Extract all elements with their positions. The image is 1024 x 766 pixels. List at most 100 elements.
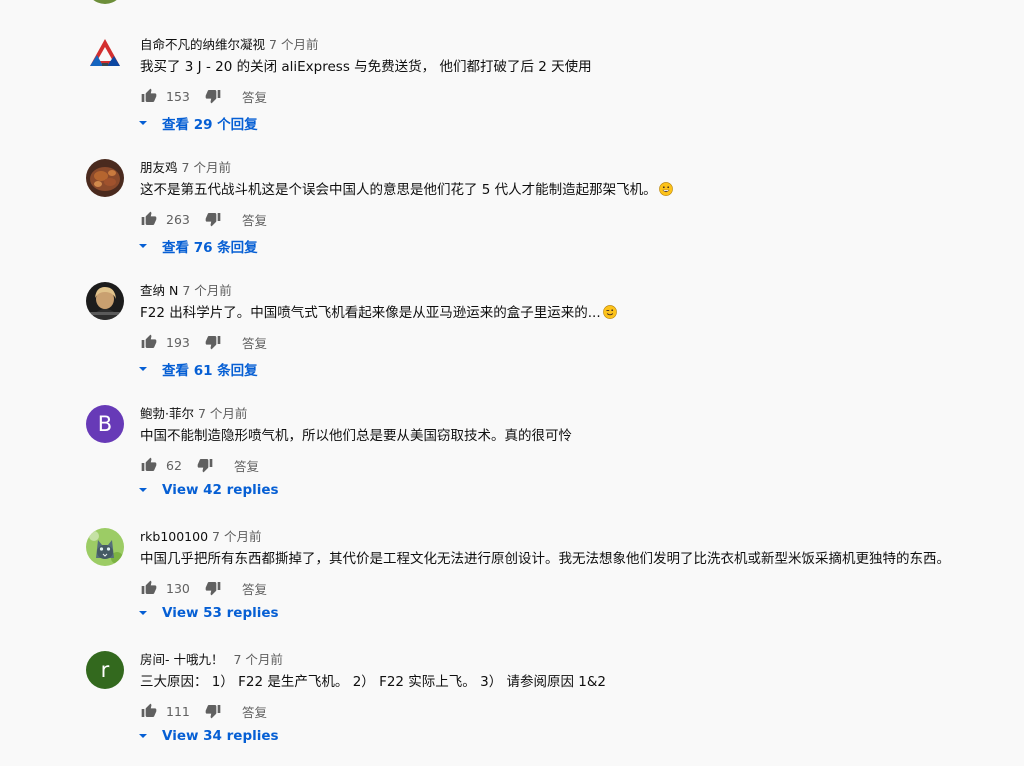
view-replies-label: 查看 76 条回复 (162, 240, 258, 256)
dislike-button[interactable] (204, 210, 222, 228)
like-button[interactable] (140, 579, 158, 597)
view-replies-button[interactable]: View 42 replies (138, 482, 279, 498)
thumbs-down-icon (205, 213, 221, 227)
thumbs-down-icon (197, 459, 213, 473)
view-replies-label: 查看 61 条回复 (162, 363, 258, 379)
author-name[interactable]: 鲍勃·菲尔 (140, 406, 194, 421)
dislike-button[interactable] (204, 579, 222, 597)
caret-down-icon (139, 611, 147, 615)
thumbs-up-icon (141, 88, 157, 102)
like-count: 62 (166, 457, 182, 473)
thumbs-down-icon (205, 705, 221, 719)
author-avatar[interactable]: B (86, 405, 124, 443)
like-button[interactable] (140, 87, 158, 105)
dislike-button[interactable] (204, 702, 222, 720)
comment-timestamp[interactable]: 7 个月前 (182, 283, 231, 298)
view-replies-button[interactable]: View 53 replies (138, 605, 279, 621)
dislike-button[interactable] (196, 456, 214, 474)
author-name[interactable]: rkb100100 (140, 529, 208, 544)
comment-timestamp[interactable]: 7 个月前 (212, 529, 261, 544)
comment-actions: 62 答复 (140, 455, 259, 475)
like-button[interactable] (140, 210, 158, 228)
comments-section: 自命不凡的纳维尔凝视 7 个月前 我买了 3 J - 20 的关闭 aliExpr… (0, 0, 1024, 766)
comment-timestamp[interactable]: 7 个月前 (198, 406, 247, 421)
dislike-button[interactable] (204, 333, 222, 351)
comment-thread: 朋友鸡 7 个月前 这不是第五代战斗机这是个误会中国人的意思是他们花了 5 代人才… (0, 159, 1024, 274)
view-replies-label: View 34 replies (162, 728, 279, 744)
comment-actions: 130 答复 (140, 578, 267, 598)
like-button[interactable] (140, 702, 158, 720)
comment-thread: 自命不凡的纳维尔凝视 7 个月前 我买了 3 J - 20 的关闭 aliExpr… (0, 36, 1024, 151)
comment-body: 这不是第五代战斗机这是个误会中国人的意思是他们花了 5 代人才能制造起那架飞机。 (140, 178, 673, 198)
winking-face-icon (602, 305, 617, 319)
reply-button[interactable]: 答复 (242, 87, 267, 106)
comment-actions: 153 答复 (140, 86, 267, 106)
comment-actions: 111 答复 (140, 701, 267, 721)
comment-thread: r 房间- 十哦九！ 7 个月前 三大原因： 1） F22 是生产飞机。 2） F… (0, 651, 1024, 766)
thumbs-up-icon (141, 457, 157, 471)
caret-down-icon (139, 244, 147, 248)
caret-down-icon (139, 121, 147, 125)
comment-text: 这不是第五代战斗机这是个误会中国人的意思是他们花了 5 代人才能制造起那架飞机。 (140, 182, 657, 198)
thumbs-up-icon (141, 580, 157, 594)
comment-text: 中国不能制造隐形喷气机，所以他们总是要从美国窃取技术。真的很可怜 (140, 428, 572, 444)
like-count: 111 (166, 703, 190, 719)
view-replies-label: View 42 replies (162, 482, 279, 498)
author-name[interactable]: 自命不凡的纳维尔凝视 (140, 37, 265, 52)
like-button[interactable] (140, 333, 158, 351)
comment-text: F22 出科学片了。中国喷气式飞机看起来像是从亚马逊运来的盒子里运来的... (140, 305, 601, 321)
author-avatar[interactable] (86, 528, 124, 566)
dislike-button[interactable] (204, 87, 222, 105)
author-avatar[interactable] (86, 282, 124, 320)
comment-thread: 查纳 N 7 个月前 F22 出科学片了。中国喷气式飞机看起来像是从亚马逊运来的盒… (0, 282, 1024, 397)
thumbs-up-icon (141, 211, 157, 225)
author-avatar[interactable] (86, 36, 124, 74)
view-replies-label: View 53 replies (162, 605, 279, 621)
avatar-letter: r (100, 658, 110, 682)
view-replies-button[interactable]: 查看 29 个回复 (138, 113, 258, 133)
reply-button[interactable]: 答复 (242, 210, 267, 229)
reply-button[interactable]: 答复 (242, 579, 267, 598)
reply-button[interactable]: 答复 (242, 333, 267, 352)
view-replies-button[interactable]: View 34 replies (138, 728, 279, 744)
reply-button[interactable]: 答复 (234, 456, 259, 475)
like-count: 130 (166, 580, 190, 596)
comment-header: 自命不凡的纳维尔凝视 7 个月前 (140, 34, 318, 53)
grinning-face-icon (658, 182, 673, 196)
caret-down-icon (139, 734, 147, 738)
thumbs-down-icon (205, 90, 221, 104)
thumbs-down-icon (205, 336, 221, 350)
caret-down-icon (139, 367, 147, 371)
comment-timestamp[interactable]: 7 个月前 (269, 37, 318, 52)
comment-text: 我买了 3 J - 20 的关闭 aliExpress 与免费送货， 他们都打破… (140, 59, 592, 75)
comment-header: 房间- 十哦九！ 7 个月前 (140, 649, 283, 668)
view-replies-button[interactable]: 查看 76 条回复 (138, 236, 258, 256)
comment-header: rkb100100 7 个月前 (140, 526, 261, 545)
author-name[interactable]: 房间- 十哦九！ (140, 652, 223, 667)
author-name[interactable]: 查纳 N (140, 283, 178, 298)
thumbs-down-icon (205, 582, 221, 596)
comment-actions: 263 答复 (140, 209, 267, 229)
like-count: 263 (166, 211, 190, 227)
like-button[interactable] (140, 456, 158, 474)
previous-comment-avatar[interactable] (86, 0, 124, 4)
comment-thread: B 鲍勃·菲尔 7 个月前 中国不能制造隐形喷气机，所以他们总是要从美国窃取技术。… (0, 405, 1024, 520)
author-avatar[interactable]: r (86, 651, 124, 689)
comment-timestamp[interactable]: 7 个月前 (233, 652, 282, 667)
reply-button[interactable]: 答复 (242, 702, 267, 721)
avatar-letter: B (97, 412, 113, 436)
author-name[interactable]: 朋友鸡 (140, 160, 178, 175)
person-photo-avatar (86, 282, 124, 320)
caret-down-icon (139, 488, 147, 492)
comment-timestamp[interactable]: 7 个月前 (182, 160, 231, 175)
like-count: 193 (166, 334, 190, 350)
comment-thread: rkb100100 7 个月前 中国几乎把所有东西都撕掉了，其代价是工程文化无法进… (0, 528, 1024, 643)
comment-actions: 193 答复 (140, 332, 267, 352)
comment-header: 查纳 N 7 个月前 (140, 280, 232, 299)
comment-text: 中国几乎把所有东西都撕掉了，其代价是工程文化无法进行原创设计。我无法想象他们发明… (140, 551, 950, 567)
like-count: 153 (166, 88, 190, 104)
view-replies-button[interactable]: 查看 61 条回复 (138, 359, 258, 379)
comment-text: 三大原因： 1） F22 是生产飞机。 2） F22 实际上飞。 3） 请参阅原… (140, 674, 606, 690)
triangle-logo-icon (90, 39, 120, 66)
author-avatar[interactable] (86, 159, 124, 197)
